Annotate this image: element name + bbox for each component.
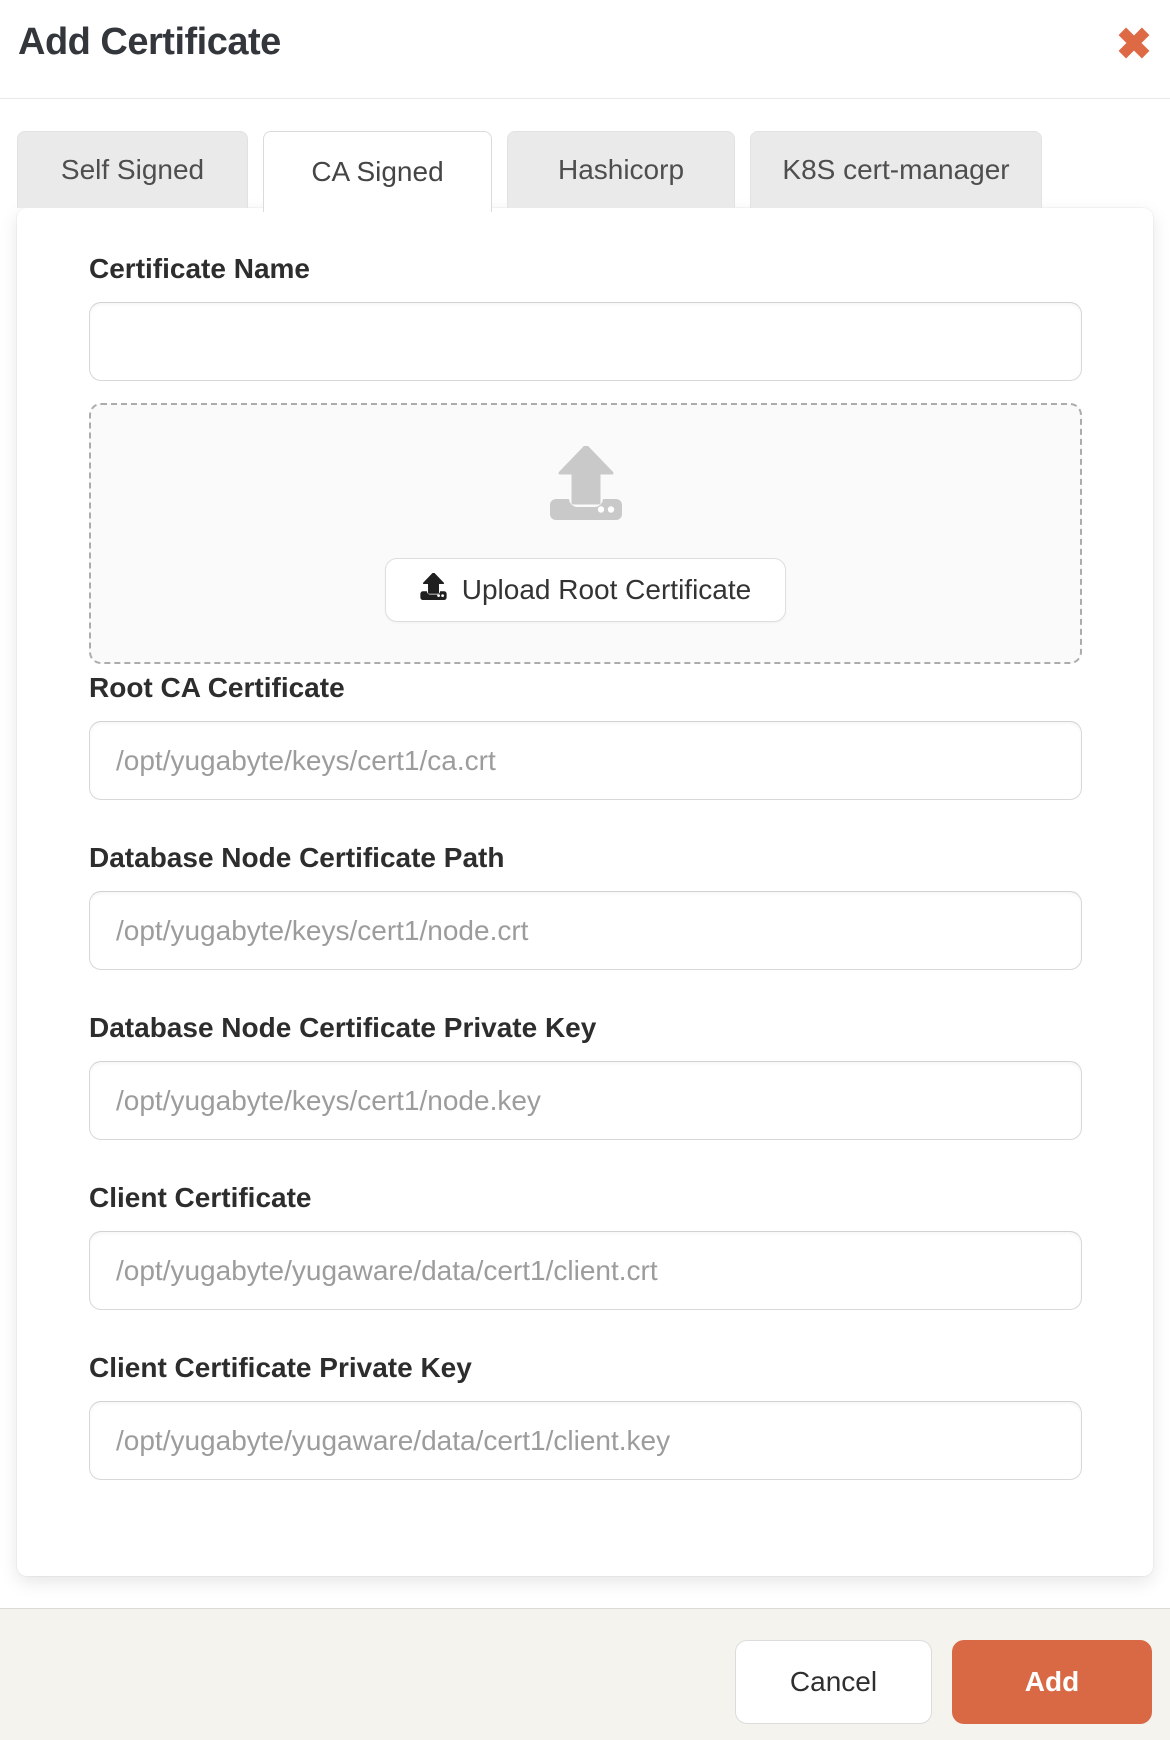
tab-label: Self Signed [60,154,205,185]
tab-label: Hashicorp [557,154,685,185]
tab-k8s-cert-manager[interactable]: K8S cert-manager [750,131,1042,208]
modal-title: Add Certificate [18,21,281,63]
cancel-button[interactable]: Cancel [735,1639,932,1724]
upload-tray-icon [549,445,622,520]
client-certificate-private-key-input[interactable] [89,1401,1082,1480]
tab-bar: Self Signed CA Signed Hashicorp K8S cert… [17,131,1170,212]
certificate-name-label: Certificate Name [89,253,310,284]
modal-header: Add Certificate [0,0,1170,99]
modal-footer: Cancel Add [0,1608,1170,1740]
root-certificate-dropzone[interactable]: Upload Root Certificate [89,403,1082,664]
upload-root-certificate-button[interactable]: Upload Root Certificate [384,557,787,622]
close-icon [1117,27,1151,63]
db-node-certificate-path-input[interactable] [89,891,1082,970]
close-button[interactable] [1117,26,1151,60]
add-button[interactable]: Add [952,1639,1152,1724]
root-ca-certificate-input[interactable] [89,721,1082,800]
client-certificate-private-key-label: Client Certificate Private Key [89,1352,472,1383]
tab-label: CA Signed [311,156,444,187]
db-node-certificate-path-label: Database Node Certificate Path [89,842,505,873]
tab-self-signed[interactable]: Self Signed [17,131,248,208]
client-certificate-label: Client Certificate [89,1182,312,1213]
ca-signed-form-panel: Certificate Name Upload Root Certificate… [17,208,1153,1576]
root-ca-certificate-label: Root CA Certificate [89,672,345,703]
db-node-certificate-private-key-label: Database Node Certificate Private Key [89,1012,597,1043]
upload-icon [420,571,447,607]
db-node-certificate-private-key-input[interactable] [89,1061,1082,1140]
tab-label: K8S cert-manager [782,154,1010,185]
tab-ca-signed[interactable]: CA Signed [263,131,492,212]
upload-button-label: Upload Root Certificate [461,573,752,605]
client-certificate-input[interactable] [89,1231,1082,1310]
certificate-name-input[interactable] [89,302,1082,381]
tab-hashicorp[interactable]: Hashicorp [507,131,735,208]
